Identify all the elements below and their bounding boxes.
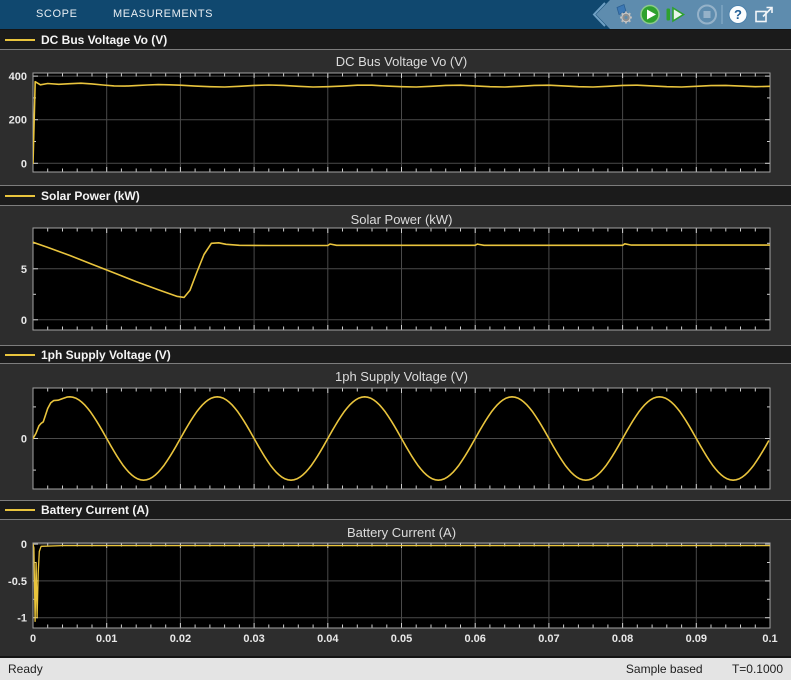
legend-battery: Battery Current (A) <box>0 500 791 520</box>
x-tick-label: 0.1 <box>762 633 777 645</box>
y-tick-label: 5 <box>21 264 27 276</box>
y-tick-label: 400 <box>9 71 27 83</box>
x-tick-label: 0 <box>30 633 36 645</box>
legend-line-sample <box>5 39 35 41</box>
x-tick-label: 0.08 <box>612 633 633 645</box>
x-tick-label: 0.07 <box>538 633 559 645</box>
status-ready: Ready <box>8 662 43 676</box>
toolstrip: SCOPE MEASUREMENTS <box>0 0 791 29</box>
legend-line-sample <box>5 195 35 197</box>
y-tick-label: 0 <box>21 434 27 446</box>
help-button[interactable]: ? <box>729 6 747 24</box>
tab-scope[interactable]: SCOPE <box>36 0 78 29</box>
x-tick-label: 0.06 <box>464 633 485 645</box>
panel-solar: Solar Power (kW) 0 5 <box>0 206 791 345</box>
panel-battery: Battery Current (A)0-0.5-100.010.020.030… <box>0 520 791 656</box>
plot-title: 1ph Supply Voltage (V) <box>335 369 468 384</box>
legend-label: Battery Current (A) <box>41 503 149 517</box>
status-sample-mode: Sample based <box>626 662 703 676</box>
status-sim-time: T=0.1000 <box>732 662 783 676</box>
legend-dc-bus: DC Bus Voltage Vo (V) <box>0 30 791 50</box>
panel-supply: 1ph Supply Voltage (V) 0 <box>0 364 791 500</box>
run-button[interactable] <box>641 6 659 24</box>
legend-label: 1ph Supply Voltage (V) <box>41 348 171 362</box>
legend-label: Solar Power (kW) <box>41 189 140 203</box>
plot-battery[interactable]: Battery Current (A)0-0.5-100.010.020.030… <box>0 520 791 656</box>
legend-supply: 1ph Supply Voltage (V) <box>0 345 791 364</box>
legend-solar: Solar Power (kW) <box>0 185 791 206</box>
svg-text:?: ? <box>734 7 742 22</box>
plot-title: Solar Power (kW) <box>351 212 453 227</box>
x-tick-label: 0.03 <box>243 633 264 645</box>
plot-solar[interactable]: Solar Power (kW) 0 5 <box>0 206 791 345</box>
x-tick-label: 0.01 <box>96 633 117 645</box>
legend-label: DC Bus Voltage Vo (V) <box>41 33 167 47</box>
plot-title: DC Bus Voltage Vo (V) <box>336 54 468 69</box>
toolbar-quick-access: ? <box>591 0 791 29</box>
x-tick-label: 0.04 <box>317 633 339 645</box>
plot-supply[interactable]: 1ph Supply Voltage (V) 0 <box>0 364 791 500</box>
step-forward-icon <box>667 9 671 21</box>
plot-dc-bus[interactable]: DC Bus Voltage Vo (V) 0 200 400 <box>0 50 791 185</box>
x-tick-label: 0.09 <box>686 633 707 645</box>
y-tick-label: -1 <box>17 613 27 625</box>
legend-line-sample <box>5 509 35 511</box>
tab-measurements[interactable]: MEASUREMENTS <box>113 0 213 29</box>
panel-dc-bus: DC Bus Voltage Vo (V) 0 200 400 <box>0 50 791 185</box>
y-tick-label: 200 <box>9 115 27 127</box>
plot-title: Battery Current (A) <box>347 525 456 540</box>
x-tick-label: 0.05 <box>391 633 412 645</box>
y-tick-label: 0 <box>21 539 27 551</box>
y-tick-label: 0 <box>21 158 27 170</box>
x-tick-label: 0.02 <box>170 633 191 645</box>
y-tick-label: 0 <box>21 315 27 327</box>
scope-window: SCOPE MEASUREMENTS <box>0 0 791 680</box>
legend-line-sample <box>5 354 35 356</box>
y-tick-label: -0.5 <box>8 576 27 588</box>
status-bar: Ready Sample based T=0.1000 <box>0 658 791 680</box>
